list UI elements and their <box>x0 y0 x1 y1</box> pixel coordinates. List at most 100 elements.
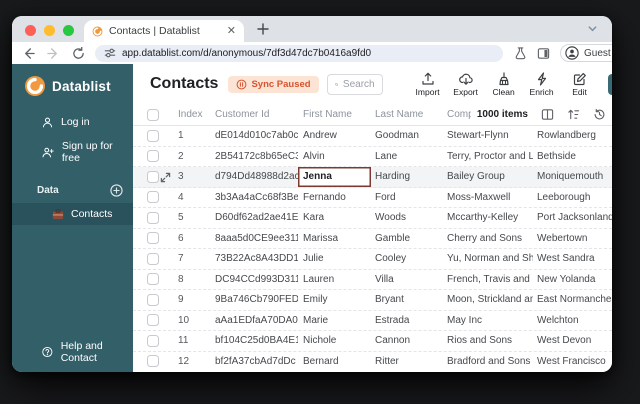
cell-company[interactable]: May Inc <box>443 311 533 331</box>
sort-icon[interactable] <box>567 108 580 121</box>
sync-status-badge[interactable]: Sync Paused <box>228 75 319 93</box>
zoom-window-button[interactable] <box>63 25 74 36</box>
cell-customer-id[interactable]: aAa1EDfaA70DA0c <box>213 311 298 331</box>
cell-city[interactable]: Leeborough <box>533 188 612 208</box>
cell-first-name[interactable]: Lauren <box>298 270 371 290</box>
expand-icon[interactable] <box>160 172 171 183</box>
cell-last-name[interactable]: Woods <box>371 208 443 228</box>
table-row[interactable]: 5 D60df62ad2ae41E Kara Woods Mccarthy-Ke… <box>133 208 612 229</box>
cell-last-name[interactable]: Gamble <box>371 229 443 249</box>
login-link[interactable]: Log in <box>12 110 133 134</box>
column-header-index[interactable]: Index <box>163 109 213 120</box>
cell-first-name[interactable]: Julie <box>298 249 371 269</box>
search-input[interactable]: Search <box>326 73 383 95</box>
cell-customer-id[interactable]: d794Dd48988d2ac <box>213 167 298 187</box>
table-row[interactable]: 9 9Ba746Cb790FED9 Emily Bryant Moon, Str… <box>133 290 612 311</box>
cell-last-name[interactable]: Bryant <box>371 290 443 310</box>
cell-city[interactable]: West Devon <box>533 331 612 351</box>
panel-icon[interactable] <box>537 47 550 60</box>
table-row[interactable]: 11 bf104C25d0BA4E1 Nichole Cannon Rios a… <box>133 331 612 352</box>
browser-tab[interactable]: Contacts | Datablist ✕ <box>84 20 244 42</box>
site-settings-icon[interactable] <box>104 47 116 59</box>
row-checkbox[interactable] <box>147 355 159 368</box>
cell-last-name[interactable]: Ritter <box>371 352 443 371</box>
cell-customer-id[interactable]: 73B22Ac8A43DD1A <box>213 249 298 269</box>
cell-city[interactable]: Webertown <box>533 229 612 249</box>
clean-button[interactable]: Clean <box>489 71 519 97</box>
reload-icon[interactable] <box>72 46 85 60</box>
column-header-customer-id[interactable]: Customer Id <box>213 109 298 120</box>
close-window-button[interactable] <box>25 25 36 36</box>
cell-customer-id[interactable]: bf2fA37cbAd7dDc <box>213 352 298 371</box>
cell-first-name[interactable]: Kara <box>298 208 371 228</box>
brand[interactable]: Datablist <box>12 64 133 110</box>
cell-first-name[interactable]: Emily <box>298 290 371 310</box>
cell-first-name[interactable]: Bernard <box>298 352 371 371</box>
cell-customer-id[interactable]: DC94CCd993D311b <box>213 270 298 290</box>
cell-company[interactable]: Rios and Sons <box>443 331 533 351</box>
table-row[interactable]: 7 73B22Ac8A43DD1A Julie Cooley Yu, Norma… <box>133 249 612 270</box>
cell-customer-id[interactable]: 8aaa5d0CE9ee311 <box>213 229 298 249</box>
cell-last-name[interactable]: Lane <box>371 147 443 167</box>
cell-city[interactable]: Moniquemouth <box>533 167 612 187</box>
row-checkbox[interactable] <box>147 273 159 286</box>
row-checkbox[interactable] <box>147 150 159 163</box>
address-input[interactable]: app.datablist.com/d/anonymous/7df3d47dc7… <box>95 44 503 62</box>
cell-city[interactable]: West Sandra <box>533 249 612 269</box>
cell-company[interactable]: Yu, Norman and Sharp <box>443 249 533 269</box>
enrich-button[interactable]: Enrich <box>527 71 557 97</box>
cell-company[interactable]: Stewart-Flynn <box>443 126 533 146</box>
columns-icon[interactable] <box>541 108 554 121</box>
cell-company[interactable]: Mccarthy-Kelley <box>443 208 533 228</box>
cell-first-name[interactable]: Marissa <box>298 229 371 249</box>
cell-last-name[interactable]: Villa <box>371 270 443 290</box>
table-row[interactable]: 12 bf2fA37cbAd7dDc Bernard Ritter Bradfo… <box>133 352 612 371</box>
cell-company[interactable]: Bradford and Sons <box>443 352 533 371</box>
row-checkbox[interactable] <box>147 252 159 265</box>
cell-city[interactable]: East Normanchester <box>533 290 612 310</box>
cell-first-name[interactable]: Marie <box>298 311 371 331</box>
cell-city[interactable]: West Francisco <box>533 352 612 371</box>
cell-city[interactable]: New Yolanda <box>533 270 612 290</box>
row-checkbox[interactable] <box>147 334 159 347</box>
row-checkbox[interactable] <box>147 191 159 204</box>
cell-last-name[interactable]: Goodman <box>371 126 443 146</box>
table-row[interactable]: 10 aAa1EDfaA70DA0c Marie Estrada May Inc… <box>133 311 612 331</box>
new-tab-icon[interactable] <box>256 22 270 36</box>
cell-city[interactable]: Port Jacksonland <box>533 208 612 228</box>
cell-last-name[interactable]: Harding <box>371 167 443 187</box>
history-icon[interactable] <box>593 108 606 121</box>
cell-company[interactable]: Bailey Group <box>443 167 533 187</box>
cell-last-name[interactable]: Ford <box>371 188 443 208</box>
cell-customer-id[interactable]: bf104C25d0BA4E1 <box>213 331 298 351</box>
table-row[interactable]: 3 d794Dd48988d2ac Jenna Harding Bailey G… <box>133 167 612 188</box>
table-row[interactable]: 8 DC94CCd993D311b Lauren Villa French, T… <box>133 270 612 290</box>
table-row[interactable]: 4 3b3Aa4aCc68f3Be Fernando Ford Moss-Max… <box>133 188 612 208</box>
sidebar-item-contacts[interactable]: Contacts <box>12 203 133 225</box>
import-button[interactable]: Import <box>413 72 443 97</box>
signup-link[interactable]: Sign up for free <box>12 134 133 170</box>
cell-last-name[interactable]: Cooley <box>371 249 443 269</box>
cell-city[interactable]: Bethside <box>533 147 612 167</box>
table-row[interactable]: 1 dE014d010c7ab0c Andrew Goodman Stewart… <box>133 126 612 147</box>
row-checkbox[interactable] <box>147 232 159 245</box>
table-row[interactable]: 2 2B54172c8b65eC3 Alvin Lane Terry, Proc… <box>133 147 612 167</box>
flask-icon[interactable] <box>514 46 527 60</box>
cell-last-name[interactable]: Estrada <box>371 311 443 331</box>
row-checkbox[interactable] <box>147 211 159 224</box>
cell-customer-id[interactable]: dE014d010c7ab0c <box>213 126 298 146</box>
new-button[interactable]: New + <box>607 73 612 95</box>
cell-city[interactable]: Welchton <box>533 311 612 331</box>
row-checkbox[interactable] <box>147 293 159 306</box>
row-checkbox[interactable] <box>147 129 159 142</box>
cell-customer-id[interactable]: 3b3Aa4aCc68f3Be <box>213 188 298 208</box>
cell-first-name[interactable]: Nichole <box>298 331 371 351</box>
cell-first-name[interactable]: Alvin <box>298 147 371 167</box>
cell-company[interactable]: French, Travis and Hensley <box>443 270 533 290</box>
forward-icon[interactable] <box>47 47 60 60</box>
cell-first-name[interactable]: Jenna <box>298 167 371 187</box>
chevron-down-icon[interactable] <box>587 23 598 34</box>
export-button[interactable]: Export <box>451 72 481 97</box>
column-header-first-name[interactable]: First Name <box>298 109 371 120</box>
cell-first-name[interactable]: Andrew <box>298 126 371 146</box>
